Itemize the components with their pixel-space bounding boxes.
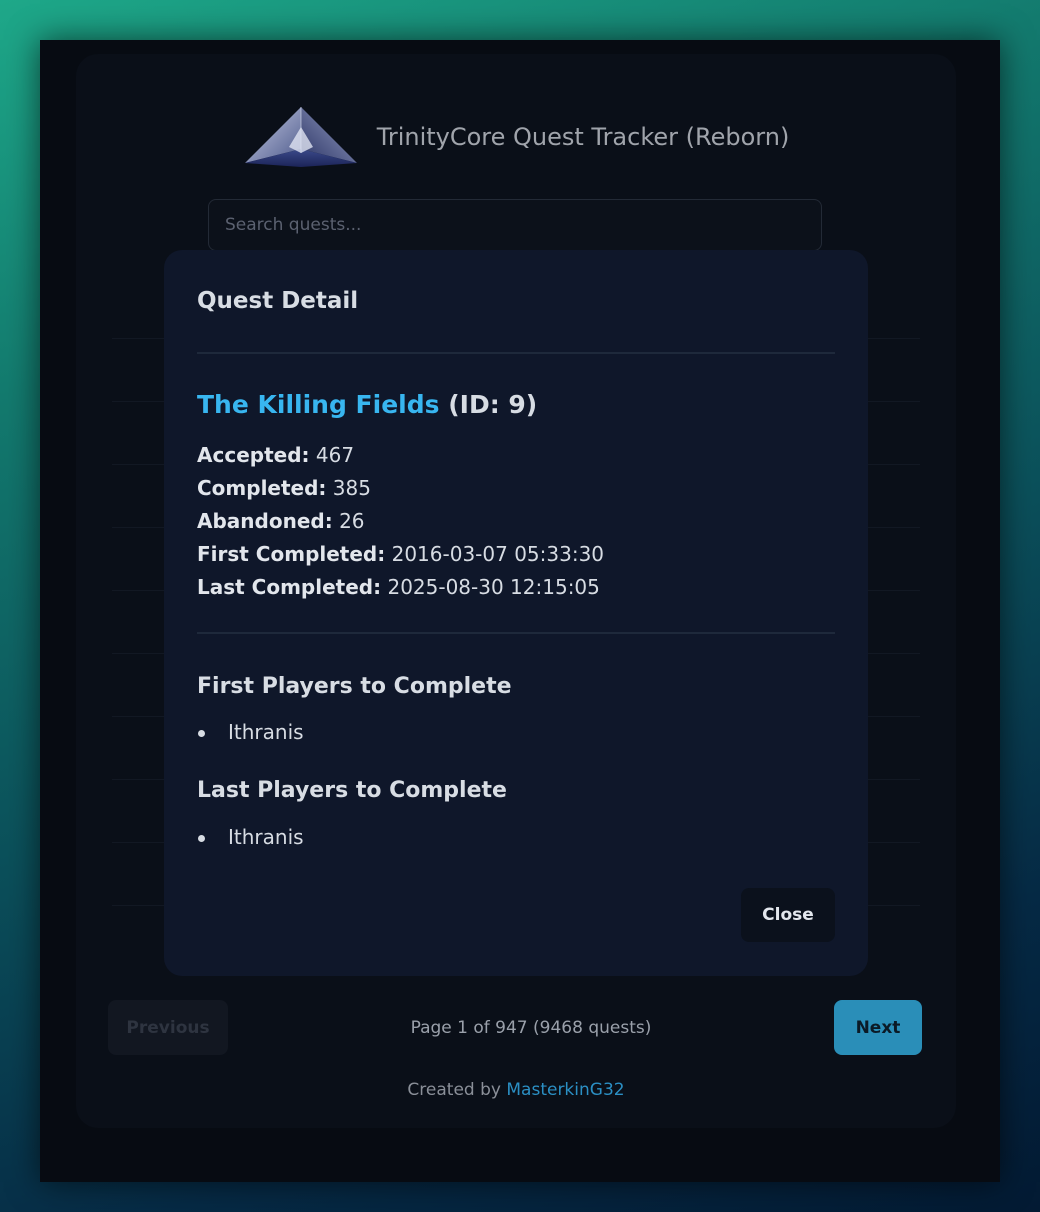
stat-accepted: Accepted: 467 bbox=[197, 443, 355, 467]
quest-detail-modal: Quest Detail The Killing Fields (ID: 9) … bbox=[164, 250, 868, 976]
pagination: Previous Page 1 of 947 (9468 quests) Nex… bbox=[108, 1000, 922, 1056]
first-players-list: Ithranis bbox=[197, 720, 304, 744]
stat-completed: Completed: 385 bbox=[197, 476, 371, 500]
stat-first-completed: First Completed: 2016-03-07 05:33:30 bbox=[197, 542, 605, 566]
last-players-title: Last Players to Complete bbox=[197, 778, 507, 803]
footer: Created by MasterkinG32 bbox=[76, 1080, 956, 1100]
close-button[interactable]: Close bbox=[741, 888, 835, 942]
modal-divider bbox=[197, 632, 835, 634]
quest-heading: The Killing Fields (ID: 9) bbox=[197, 390, 537, 419]
stat-last-completed: Last Completed: 2025-08-30 12:15:05 bbox=[197, 575, 600, 599]
search-input[interactable] bbox=[208, 199, 822, 251]
list-item: Ithranis bbox=[197, 720, 304, 744]
pyramid-logo-icon bbox=[244, 107, 357, 167]
modal-divider bbox=[197, 352, 835, 354]
author-link[interactable]: MasterkinG32 bbox=[506, 1080, 624, 1100]
header: TrinityCore Quest Tracker (Reborn) bbox=[76, 92, 956, 182]
page-info: Page 1 of 947 (9468 quests) bbox=[410, 1017, 652, 1038]
quest-id: (ID: 9) bbox=[448, 390, 538, 419]
list-item: Ithranis bbox=[197, 825, 304, 849]
next-button[interactable]: Next bbox=[834, 1000, 922, 1055]
stat-abandoned: Abandoned: 26 bbox=[197, 509, 365, 533]
quest-name: The Killing Fields bbox=[197, 390, 440, 419]
last-players-list: Ithranis bbox=[197, 825, 304, 849]
footer-prefix: Created by bbox=[407, 1080, 501, 1100]
modal-title: Quest Detail bbox=[197, 288, 359, 314]
first-players-title: First Players to Complete bbox=[197, 674, 512, 699]
previous-button[interactable]: Previous bbox=[108, 1000, 228, 1055]
quest-stats: Accepted: 467 Completed: 385 Abandoned: … bbox=[197, 439, 604, 604]
app-title: TrinityCore Quest Tracker (Reborn) bbox=[376, 123, 790, 151]
